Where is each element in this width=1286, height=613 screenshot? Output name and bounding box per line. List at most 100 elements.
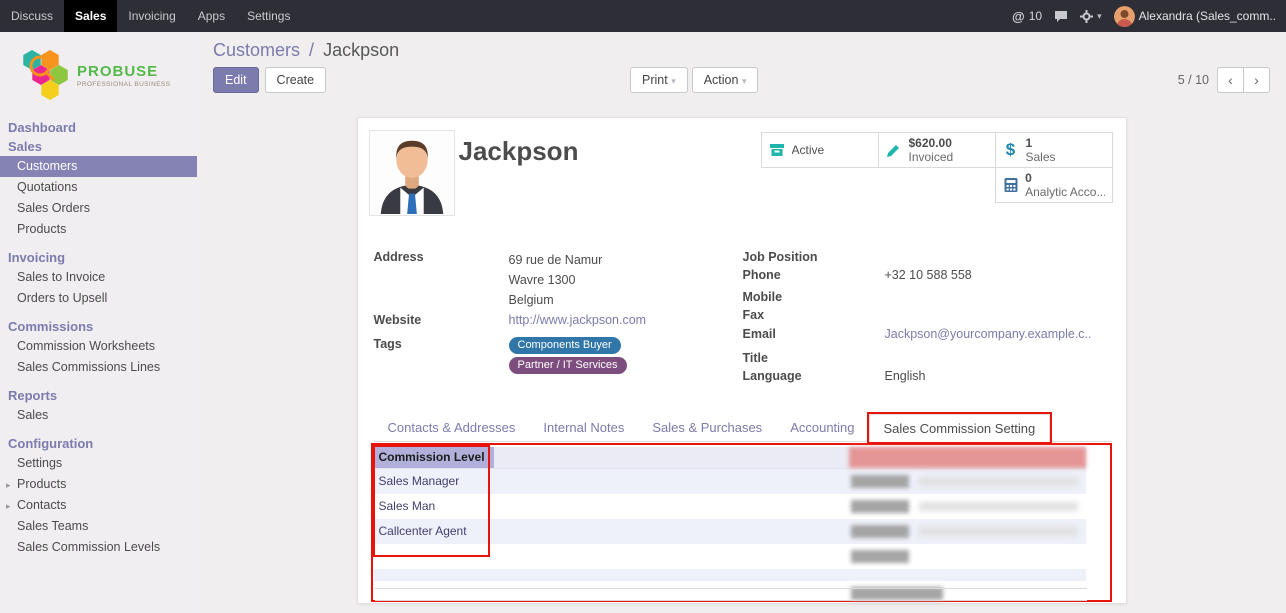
redacted-blur — [851, 525, 909, 538]
row-spacer — [494, 544, 849, 569]
sidebar-heading-invoicing[interactable]: Invoicing — [0, 248, 197, 267]
menu-sales[interactable]: Sales — [64, 0, 117, 32]
sidebar-item-settings[interactable]: Settings — [0, 453, 197, 474]
dollar-icon: $ — [1003, 140, 1019, 160]
invoiced-label: Invoiced — [909, 150, 954, 164]
sidebar-item-config-products[interactable]: ▸ Products — [0, 474, 197, 495]
commission-level-cell[interactable]: Callcenter Agent — [374, 519, 494, 544]
table-row-empty[interactable] — [374, 544, 1086, 569]
create-button[interactable]: Create — [265, 67, 327, 93]
pager-value: 5 / 10 — [1178, 73, 1209, 87]
table-row[interactable]: Sales Man — [374, 494, 1086, 519]
redacted-blur — [919, 527, 1078, 536]
sidebar-item-products[interactable]: Products — [0, 219, 197, 240]
sidebar-item-sales-commissions-lines[interactable]: Sales Commissions Lines — [0, 357, 197, 378]
sidebar-item-customers[interactable]: Customers — [0, 156, 197, 177]
redacted-cell — [849, 519, 1086, 544]
table-row[interactable]: Callcenter Agent — [374, 519, 1086, 544]
commission-level-cell[interactable]: Sales Manager — [374, 469, 494, 494]
menu-apps[interactable]: Apps — [187, 0, 236, 32]
customer-avatar-image — [371, 132, 453, 214]
user-avatar — [1114, 6, 1135, 27]
row-spacer — [494, 569, 849, 581]
sidebar-item-sales-to-invoice[interactable]: Sales to Invoice — [0, 267, 197, 288]
pencil-icon — [886, 142, 902, 158]
sidebar-heading-reports[interactable]: Reports — [0, 386, 197, 405]
settings-menu-button[interactable]: ▾ — [1080, 10, 1102, 23]
menu-discuss[interactable]: Discuss — [0, 0, 64, 32]
menu-settings[interactable]: Settings — [236, 0, 301, 32]
table-divider — [375, 600, 1087, 601]
tab-sales-purchases[interactable]: Sales & Purchases — [638, 414, 776, 441]
sales-count-label: Sales — [1026, 150, 1056, 164]
sidebar-item-commission-worksheets[interactable]: Commission Worksheets — [0, 336, 197, 357]
language-value[interactable]: English — [885, 369, 1112, 383]
sidebar-heading-dashboard[interactable]: Dashboard — [0, 118, 197, 137]
phone-value[interactable]: +32 10 588 558 — [885, 268, 1112, 282]
sidebar-item-quotations[interactable]: Quotations — [0, 177, 197, 198]
notebook-tabs: Contacts & Addresses Internal Notes Sale… — [374, 414, 1112, 442]
invoiced-stat-button[interactable]: $620.00 Invoiced — [878, 132, 996, 168]
sidebar-item-orders-to-upsell[interactable]: Orders to Upsell — [0, 288, 197, 309]
user-menu[interactable]: Alexandra (Sales_comm.. — [1114, 6, 1276, 27]
menu-invoicing[interactable]: Invoicing — [117, 0, 186, 32]
action-dropdown[interactable]: Action ▾ — [692, 67, 759, 93]
section-sales: Sales Customers Quotations Sales Orders … — [0, 137, 197, 240]
print-dropdown[interactable]: Print ▾ — [630, 67, 688, 93]
commission-level-cell[interactable]: Sales Man — [374, 494, 494, 519]
active-toggle-button[interactable]: Active — [761, 132, 879, 168]
redacted-blur — [919, 477, 1078, 486]
activities-button[interactable]: @ 10 — [1012, 9, 1042, 24]
analytic-accounts-stat-button[interactable]: 0 Analytic Acco... — [995, 167, 1113, 203]
commission-level-column-header[interactable]: Commission Level — [374, 447, 494, 468]
edit-button[interactable]: Edit — [213, 67, 259, 93]
redacted-blur — [849, 447, 1086, 468]
sidebar-item-reports-sales[interactable]: Sales — [0, 405, 197, 426]
tab-accounting[interactable]: Accounting — [776, 414, 868, 441]
sidebar-item-sales-orders[interactable]: Sales Orders — [0, 198, 197, 219]
language-label: Language — [743, 369, 885, 383]
sidebar-item-sales-teams[interactable]: Sales Teams — [0, 516, 197, 537]
action-label: Action — [704, 73, 739, 87]
sidebar-item-config-contacts[interactable]: ▸ Contacts — [0, 495, 197, 516]
tab-contacts-addresses[interactable]: Contacts & Addresses — [374, 414, 530, 441]
pager-next-button[interactable]: › — [1243, 67, 1270, 93]
tab-sales-commission-setting[interactable]: Sales Commission Setting — [869, 414, 1051, 442]
sales-stat-button[interactable]: $ 1 Sales — [995, 132, 1113, 168]
commission-table: Commission Level Sales Manager Sales Man — [374, 447, 1086, 596]
website-link[interactable]: http://www.jackpson.com — [509, 313, 743, 327]
sidebar-item-sales-commission-levels[interactable]: Sales Commission Levels — [0, 537, 197, 558]
breadcrumb: Customers / Jackpson — [213, 40, 1270, 60]
tab-internal-notes[interactable]: Internal Notes — [529, 414, 638, 441]
address-line-1: 69 rue de Namur — [509, 250, 743, 270]
section-dashboard: Dashboard — [0, 118, 197, 137]
address-line-2: Wavre 1300 — [509, 270, 743, 290]
pager-previous-button[interactable]: ‹ — [1217, 67, 1244, 93]
email-label: Email — [743, 327, 885, 341]
tag-components-buyer[interactable]: Components Buyer — [509, 337, 621, 354]
empty-cell — [374, 544, 494, 569]
sidebar-heading-configuration[interactable]: Configuration — [0, 434, 197, 453]
row-spacer — [494, 494, 849, 519]
fax-label: Fax — [743, 308, 885, 322]
breadcrumb-customers-link[interactable]: Customers — [213, 40, 300, 60]
chat-bubble-icon — [1054, 10, 1068, 23]
systray: @ 10 ▾ Alexandra (Sales_c — [1012, 0, 1286, 32]
mobile-label: Mobile — [743, 290, 885, 304]
main-content: Customers / Jackpson Edit Create Print ▾… — [197, 32, 1286, 613]
address-line-3: Belgium — [509, 290, 743, 310]
table-row[interactable]: Sales Manager — [374, 469, 1086, 494]
email-link[interactable]: Jackpson@yourcompany.example.c.. — [885, 327, 1112, 341]
caret-down-icon: ▾ — [1097, 11, 1102, 22]
brand-name: PROBUSE — [77, 63, 170, 80]
sidebar-heading-commissions[interactable]: Commissions — [0, 317, 197, 336]
empty-cell — [374, 569, 494, 581]
sidebar-item-label: Contacts — [17, 498, 66, 512]
commission-table-annotation-box: Commission Level Sales Manager Sales Man — [371, 443, 1112, 602]
address-value[interactable]: 69 rue de Namur Wavre 1300 Belgium — [509, 250, 743, 310]
sidebar-heading-sales[interactable]: Sales — [0, 137, 197, 156]
tag-partner-it-services[interactable]: Partner / IT Services — [509, 357, 627, 374]
customer-photo[interactable] — [369, 130, 455, 216]
messages-button[interactable] — [1054, 10, 1068, 23]
user-name: Alexandra (Sales_comm.. — [1139, 9, 1276, 23]
